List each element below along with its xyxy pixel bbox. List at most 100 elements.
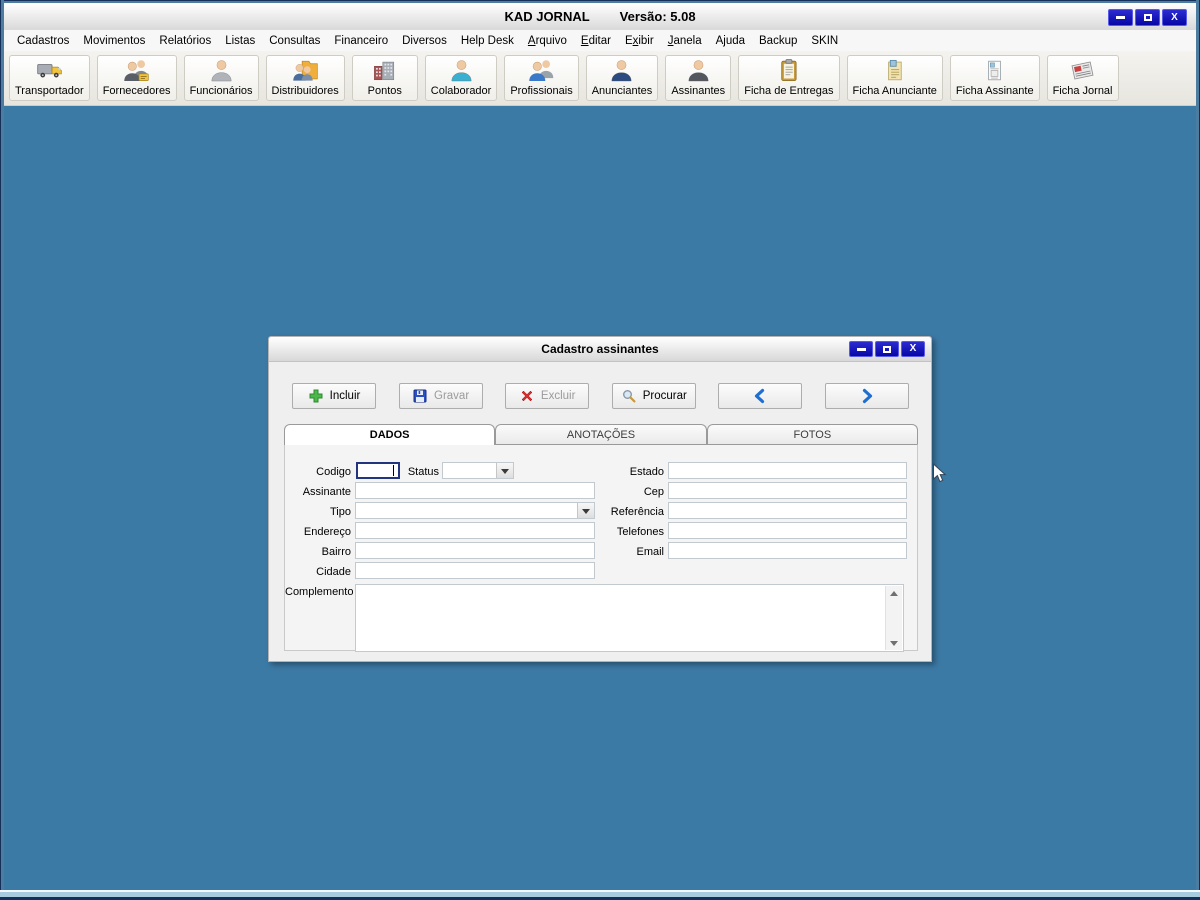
assinantes-button[interactable]: Assinantes [665,55,732,101]
buildings-icon [371,57,398,84]
toolbar-button-label: Assinantes [671,85,726,97]
menu-item-help-desk[interactable]: Help Desk [454,33,521,49]
ficha-jornal-button[interactable]: Ficha Jornal [1046,55,1119,101]
complemento-textarea[interactable] [355,584,904,652]
advertiser-sheet-icon [881,57,908,84]
menu-item-backup[interactable]: Backup [752,33,804,49]
chevron-down-icon[interactable] [496,463,513,478]
assinante-input[interactable] [355,482,595,499]
menu-item-ajuda[interactable]: Ajuda [709,33,752,49]
action-button-label: Procurar [642,390,687,402]
window-controls: X [1108,9,1187,26]
menu-item-arquivo[interactable]: Arquivo [521,33,574,49]
minimize-icon[interactable] [849,341,873,357]
tab-dados[interactable]: DADOS [284,424,496,445]
anunciantes-button[interactable]: Anunciantes [585,55,659,101]
toolbar-button-label: Anunciantes [591,85,653,97]
colaborador-button[interactable]: Colaborador [424,55,498,101]
text-caret [393,465,394,476]
menu-item-relatorios[interactable]: Relatórios [152,33,218,49]
advertiser-icon [608,57,635,84]
ficha-anunciante-button[interactable]: Ficha Anunciante [846,55,943,101]
bairro-input[interactable] [355,542,595,559]
menu-item-editar[interactable]: Editar [574,33,618,49]
referencia-input[interactable] [668,502,907,519]
profissionais-button[interactable]: Profissionais [504,55,579,101]
delivery-sheet-icon [775,57,802,84]
tipo-label: Tipo [330,506,351,518]
estado-input[interactable] [668,462,907,479]
tab-fotos[interactable]: FOTOS [706,424,918,445]
chevron-down-icon[interactable] [577,503,594,518]
app-name: KAD JORNAL [504,9,590,24]
transportador-button[interactable]: Transportador [9,55,90,101]
maximize-icon[interactable] [875,341,899,357]
prev-icon [752,388,768,404]
toolbar-button-label: Fornecedores [102,85,171,97]
status-combo[interactable] [442,462,514,479]
next-button[interactable] [824,383,909,409]
menu-item-movimentos[interactable]: Movimentos [76,33,152,49]
excluir-button[interactable]: Excluir [505,383,590,409]
toolbar-button-label: Ficha Anunciante [852,85,937,97]
scroll-up-icon[interactable] [886,586,902,600]
estado-label: Estado [629,466,664,478]
close-icon[interactable]: X [1162,9,1187,26]
plus-icon [308,388,324,404]
next-icon [859,388,875,404]
telefones-label: Telefones [616,526,664,538]
maximize-icon[interactable] [1135,9,1160,26]
professionals-icon [528,57,555,84]
dialog-title-bar[interactable]: Cadastro assinantes X [269,337,931,362]
assinante-label: Assinante [302,486,351,498]
scroll-down-icon[interactable] [886,636,902,650]
menu-item-janela[interactable]: Janela [661,33,709,49]
bairro-label: Bairro [321,546,351,558]
subscriber-sheet-icon [981,57,1008,84]
employee-icon [208,57,235,84]
window-frame-bottom [0,890,1200,900]
codigo-label: Codigo [316,466,351,478]
toolbar-button-label: Profissionais [510,85,573,97]
ficha-de-entregas-button[interactable]: Ficha de Entregas [738,55,840,101]
dados-panel: Codigo Status Assinante Tipo Endereço Ba… [284,444,918,652]
menu-item-diversos[interactable]: Diversos [395,33,454,49]
menu-bar: Cadastros Movimentos Relatórios Listas Consu… [4,30,1196,52]
fornecedores-button[interactable]: Fornecedores [96,55,177,101]
menu-item-financeiro[interactable]: Financeiro [327,33,395,49]
search-icon [621,388,637,404]
incluir-button[interactable]: Incluir [292,383,376,409]
dialog-title: Cadastro assinantes [541,342,659,356]
close-icon[interactable]: X [901,341,925,357]
window-frame-left [0,0,4,900]
email-input[interactable] [668,542,907,559]
dialog-controls: X [849,341,925,357]
cidade-input[interactable] [355,562,595,579]
toolbar-button-label: Distribuidores [271,85,339,97]
funcionarios-button[interactable]: Funcionários [183,55,259,101]
minimize-icon[interactable] [1108,9,1133,26]
menu-item-skin[interactable]: SKIN [804,33,845,49]
cidade-label: Cidade [316,566,351,578]
vertical-scrollbar[interactable] [885,586,902,650]
menu-item-listas[interactable]: Listas [218,33,262,49]
distributors-icon [292,57,319,84]
endereco-input[interactable] [355,522,595,539]
distribuidores-button[interactable]: Distribuidores [265,55,345,101]
procurar-button[interactable]: Procurar [611,383,696,409]
previous-button[interactable] [718,383,803,409]
complemento-label: Complemento [285,586,354,598]
referencia-label: Referência [610,506,664,518]
cep-input[interactable] [668,482,907,499]
menu-item-consultas[interactable]: Consultas [262,33,327,49]
menu-item-exibir[interactable]: Exibir [618,33,661,49]
tipo-combo[interactable] [355,502,595,519]
ficha-assinante-button[interactable]: Ficha Assinante [949,55,1040,101]
telefones-input[interactable] [668,522,907,539]
gravar-button[interactable]: Gravar [398,383,483,409]
tab-anotacoes[interactable]: ANOTAÇÕES [495,424,707,445]
menu-item-cadastros[interactable]: Cadastros [10,33,76,49]
title-bar: KAD JORNAL Versão: 5.08 X [4,3,1196,31]
mouse-cursor [933,463,947,483]
pontos-button[interactable]: Pontos [351,55,418,101]
